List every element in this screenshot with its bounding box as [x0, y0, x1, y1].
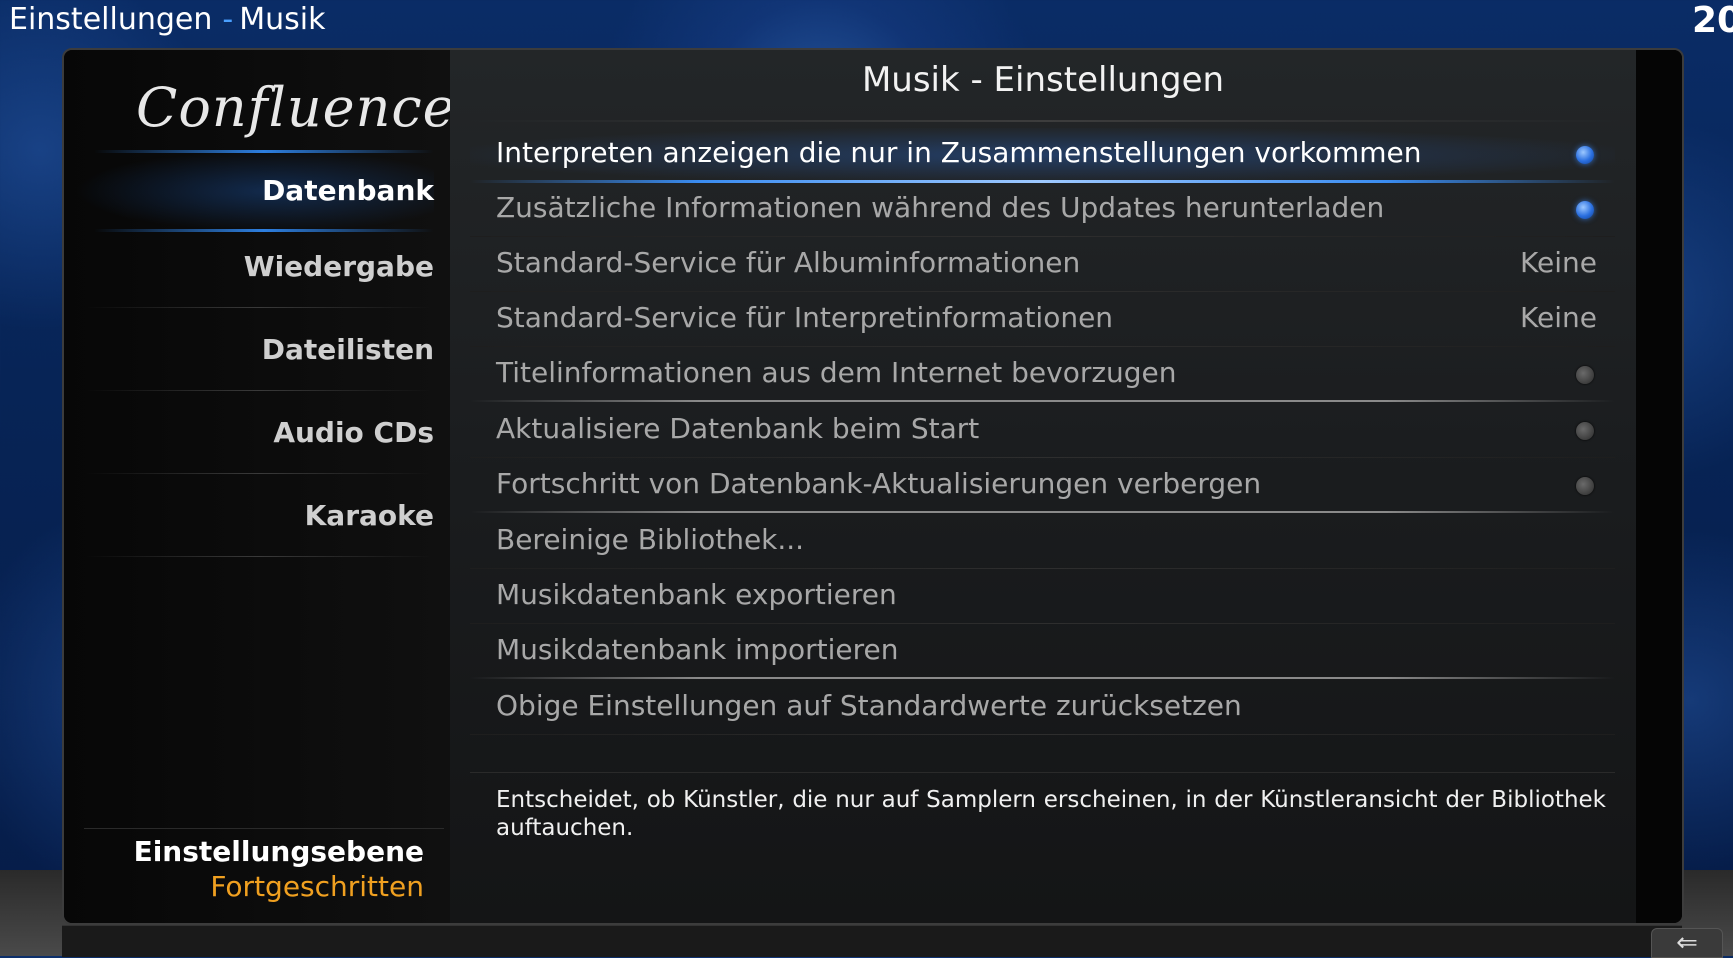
setting-label: Bereinige Bibliothek... [496, 523, 805, 556]
divider [470, 568, 1615, 569]
setting-label: Zusätzliche Informationen während des Up… [496, 191, 1385, 224]
setting-row-hide-progress[interactable]: Fortschritt von Datenbank-Aktualisierung… [470, 459, 1615, 513]
setting-value: Keine [1520, 246, 1597, 279]
setting-row-reset-defaults[interactable]: Obige Einstellungen auf Standardwerte zu… [470, 681, 1615, 735]
back-arrow-icon: ⇐ [1676, 928, 1698, 958]
setting-label: Standard-Service für Albuminformationen [496, 246, 1081, 279]
setting-label: Titelinformationen aus dem Internet bevo… [496, 356, 1177, 389]
divider [470, 236, 1615, 237]
bottom-strip [62, 925, 1682, 957]
divider [470, 734, 1615, 735]
setting-value: Keine [1520, 301, 1597, 334]
sidebar-item-label: Karaoke [304, 499, 434, 532]
divider [470, 623, 1615, 624]
divider [470, 457, 1615, 458]
divider [84, 307, 434, 308]
divider [470, 511, 1615, 513]
breadcrumb-separator: - [222, 2, 234, 37]
toggle-off-icon[interactable] [1576, 422, 1594, 440]
breadcrumb-section: Einstellungen [9, 2, 213, 37]
setting-row-artist-scraper[interactable]: Standard-Service für Interpretinformatio… [470, 293, 1615, 347]
divider [84, 390, 434, 391]
sidebar-item-wiedergabe[interactable]: Wiedergabe [74, 226, 434, 308]
sidebar-item-label: Datenbank [262, 174, 434, 207]
setting-label: Musikdatenbank importieren [496, 633, 899, 666]
sidebar-item-label: Wiedergabe [243, 250, 434, 283]
toggle-off-icon[interactable] [1576, 366, 1594, 384]
sidebar-item-datenbank[interactable]: Datenbank [74, 150, 434, 232]
dialog-title: Musik - Einstellungen [861, 60, 1225, 100]
toggle-on-icon[interactable] [1576, 201, 1594, 219]
setting-description: Entscheidet, ob Künstler, die nur auf Sa… [496, 787, 1606, 841]
settings-level-button[interactable]: Fortgeschritten [74, 870, 424, 903]
divider [84, 473, 434, 474]
sidebar: Confluence Datenbank Wiedergabe Dateilis… [64, 50, 456, 923]
dialog-edge [1636, 50, 1682, 923]
divider [470, 400, 1615, 402]
setting-label: Standard-Service für Interpretinformatio… [496, 301, 1114, 334]
divider [470, 772, 1615, 773]
breadcrumb: Einstellungen - Musik [9, 2, 325, 37]
back-button[interactable]: ⇐ [1651, 928, 1723, 958]
settings-dialog: Confluence Datenbank Wiedergabe Dateilis… [62, 48, 1684, 925]
divider [470, 677, 1615, 679]
setting-label: Interpreten anzeigen die nur in Zusammen… [496, 136, 1422, 169]
sidebar-item-dateilisten[interactable]: Dateilisten [74, 309, 434, 391]
divider [470, 291, 1615, 292]
setting-row-album-scraper[interactable]: Standard-Service für Albuminformationen … [470, 238, 1615, 292]
setting-row-export-db[interactable]: Musikdatenbank exportieren [470, 570, 1615, 624]
settings-panel: Musik - Einstellungen Interpreten anzeig… [450, 50, 1636, 923]
setting-row-compilation-artists[interactable]: Interpreten anzeigen die nur in Zusammen… [470, 128, 1615, 183]
setting-label: Obige Einstellungen auf Standardwerte zu… [496, 689, 1242, 722]
breadcrumb-page: Musik [239, 2, 326, 37]
setting-row-import-db[interactable]: Musikdatenbank importieren [470, 625, 1615, 679]
divider [84, 556, 434, 557]
setting-label: Aktualisiere Datenbank beim Start [496, 412, 980, 445]
divider [470, 120, 1620, 122]
divider [84, 828, 444, 829]
sidebar-item-label: Audio CDs [273, 416, 434, 449]
divider [470, 346, 1615, 347]
sidebar-item-karaoke[interactable]: Karaoke [74, 475, 434, 557]
toggle-on-icon[interactable] [1576, 146, 1594, 164]
setting-label: Musikdatenbank exportieren [496, 578, 897, 611]
settings-level-label: Einstellungsebene [133, 835, 424, 868]
setting-row-update-on-start[interactable]: Aktualisiere Datenbank beim Start [470, 404, 1615, 458]
clock: 20 [1692, 0, 1733, 41]
sidebar-item-label: Dateilisten [261, 333, 434, 366]
setting-row-prefer-online-tags[interactable]: Titelinformationen aus dem Internet bevo… [470, 348, 1615, 402]
setting-row-clean-library[interactable]: Bereinige Bibliothek... [470, 515, 1615, 569]
toggle-off-icon[interactable] [1576, 477, 1594, 495]
confluence-logo: Confluence [136, 76, 456, 139]
setting-row-download-info[interactable]: Zusätzliche Informationen während des Up… [470, 183, 1615, 237]
sidebar-item-audio-cds[interactable]: Audio CDs [74, 392, 434, 474]
setting-label: Fortschritt von Datenbank-Aktualisierung… [496, 467, 1262, 500]
